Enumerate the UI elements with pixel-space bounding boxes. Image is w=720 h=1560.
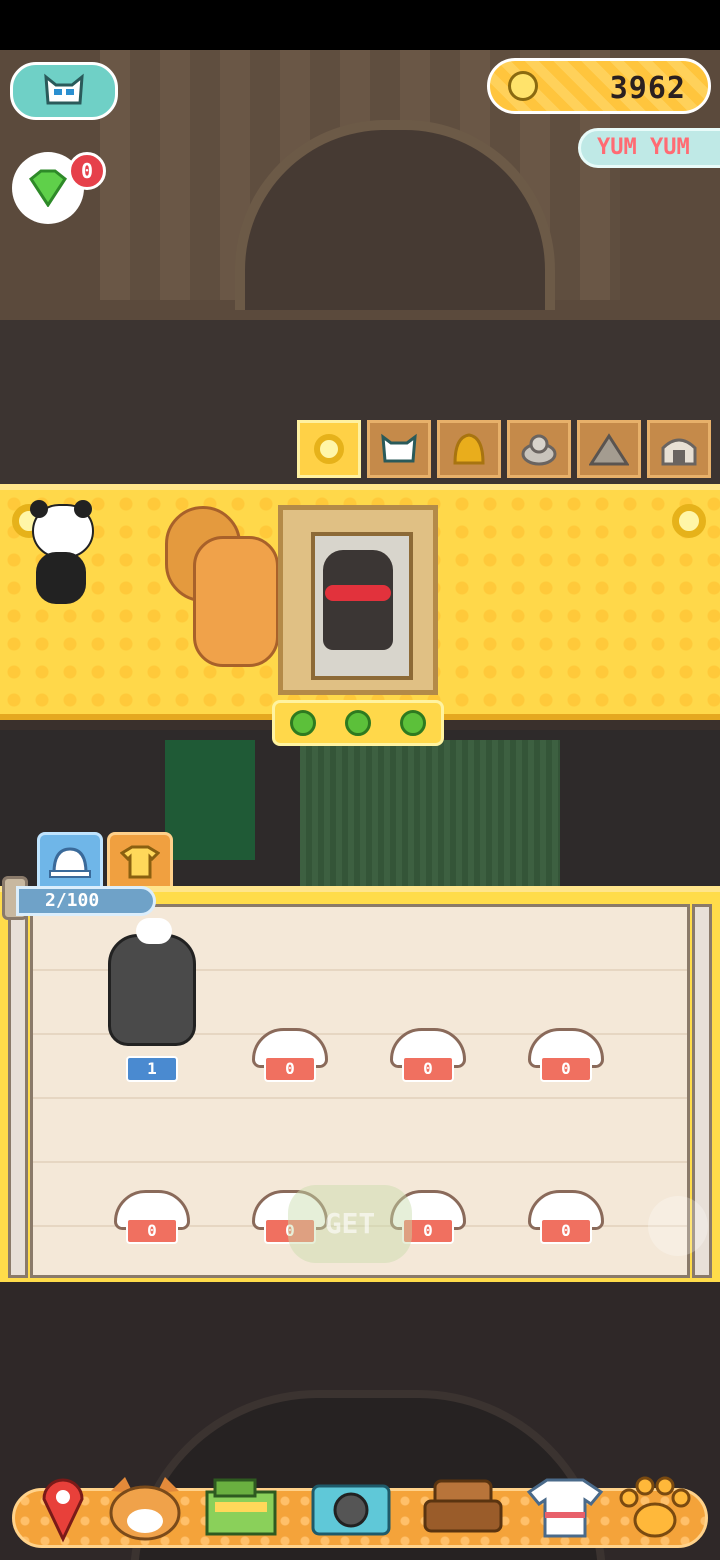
slot-count: 0 [264,1056,316,1082]
flower-token-icon [289,710,316,736]
mountain-icon [589,433,629,466]
cat-mask-button[interactable] [10,62,118,120]
coin-icon [508,71,538,101]
hat-icon [49,846,91,878]
inventory-count: 2/100 [16,886,156,916]
nav-pets[interactable] [100,1466,190,1550]
tab-huts[interactable] [647,420,711,478]
coin-counter: 3962 [487,58,711,114]
inventory-left-rail [8,904,28,1278]
nav-map[interactable] [18,1466,108,1550]
green-gem-icon [28,169,68,207]
shiba-face-icon [109,1477,181,1541]
shirt-icon [120,845,160,878]
dressing-mirror[interactable] [278,505,438,695]
nav-paw[interactable] [610,1466,700,1550]
hat-slot[interactable]: 0 [528,1028,604,1088]
nav-camera[interactable] [306,1466,396,1550]
hat-slot[interactable]: 0 [252,1028,328,1088]
slot-count: 0 [540,1218,592,1244]
slot-count: 0 [126,1218,178,1244]
heart-glasses [325,585,391,601]
gem-badge: 0 [68,152,106,190]
tab-mountains[interactable] [577,420,641,478]
tab-rocks[interactable] [507,420,571,478]
panda-pet[interactable] [24,500,96,610]
hut-icon [661,438,697,466]
hat-slot[interactable]: 1 [114,1028,190,1088]
squirrel-pet[interactable] [165,506,280,667]
category-tabs [297,420,711,478]
cash-register-icon [205,1478,277,1536]
hat-slot[interactable]: 0 [390,1028,466,1088]
game-scene [0,50,720,1560]
green-sign [165,740,255,860]
outfit-icon [526,1478,604,1538]
rating-tokens [272,700,444,746]
yum-yum-banner[interactable]: YUM YUM [578,128,720,168]
paw-icon [619,1476,691,1538]
hat-slot[interactable]: 0 [528,1190,604,1250]
bell-icon [453,433,485,465]
slot-count: 0 [540,1056,592,1082]
ring-icon [314,434,344,464]
cat-mask-icon [44,73,84,105]
ring-icon[interactable] [672,504,706,538]
rock-pile-icon [521,434,557,466]
flower-token-icon [400,710,427,736]
tab-masks[interactable] [367,420,431,478]
tab-hats[interactable] [37,832,103,888]
ghost-round-button[interactable] [648,1196,708,1256]
slot-count: 0 [402,1056,454,1082]
tab-rings[interactable] [297,420,361,478]
tab-clothes[interactable] [107,832,173,888]
map-pin-icon [42,1478,84,1543]
tab-bells[interactable] [437,420,501,478]
hat-slot[interactable]: 0 [114,1190,190,1250]
cat-mask-icon [381,433,417,463]
green-rug [300,740,560,890]
nav-furniture[interactable] [418,1466,508,1550]
coin-value: 3962 [609,71,686,106]
armchair-icon [423,1479,503,1533]
slot-count: 1 [126,1056,178,1082]
nav-outfits[interactable] [520,1466,610,1550]
flower-token-icon [344,710,371,736]
nav-shop[interactable] [196,1466,286,1550]
get-button-ghost[interactable]: GET [288,1185,412,1263]
camera-icon [311,1484,391,1536]
